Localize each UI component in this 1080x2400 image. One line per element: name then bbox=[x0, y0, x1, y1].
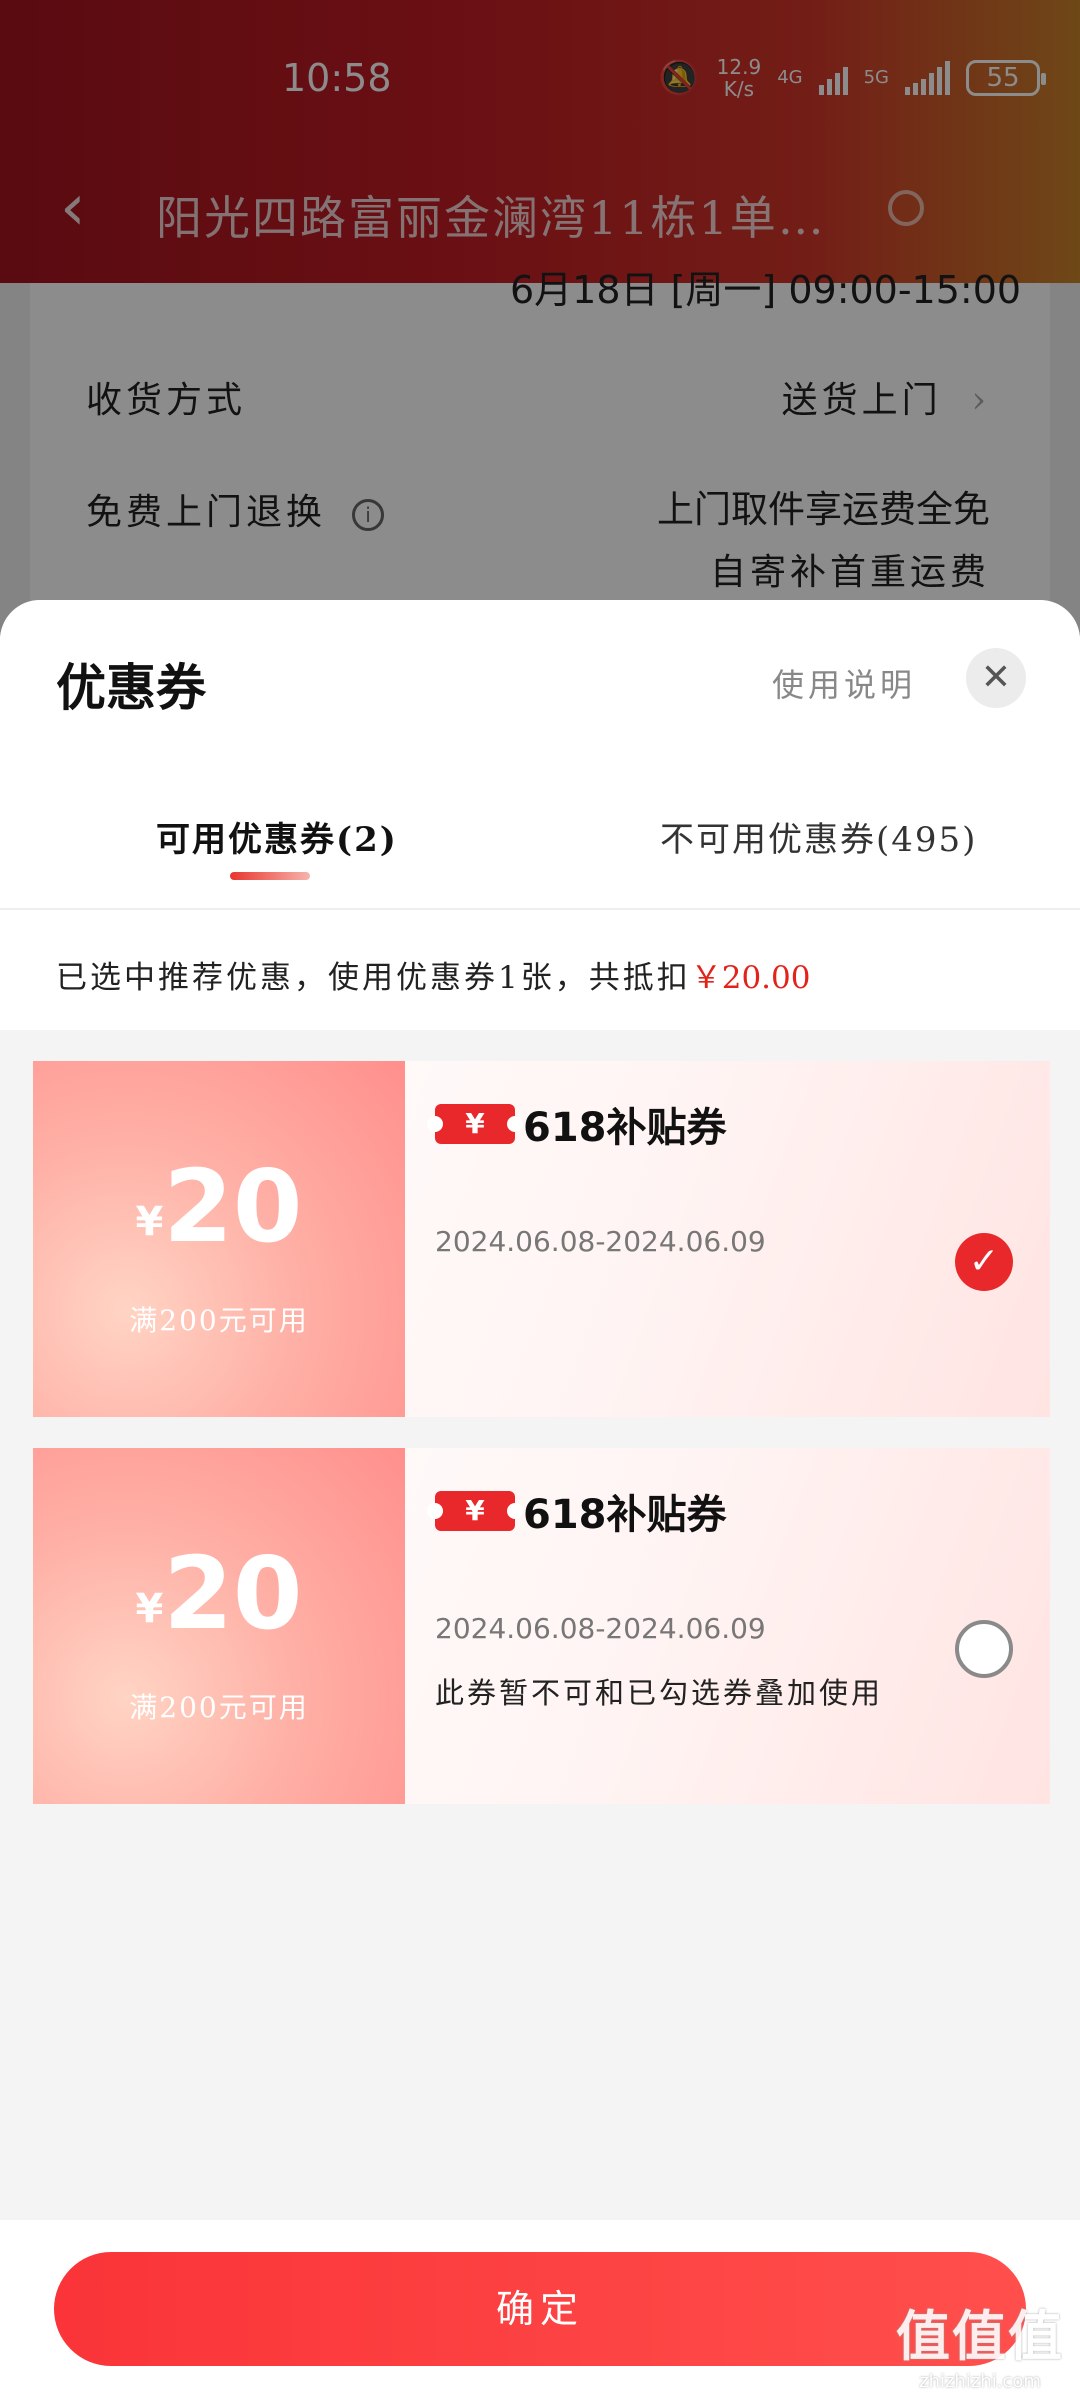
watermark-url: zhizhizhi.com bbox=[919, 2371, 1041, 2392]
coupon-stack-note: 此券暂不可和已勾选券叠加使用 bbox=[435, 1676, 884, 1710]
tab-available-coupons[interactable]: 可用优惠券(2) bbox=[156, 812, 398, 861]
ticket-yen-icon: ¥ bbox=[427, 1491, 523, 1531]
coupon-name: 618补贴券 bbox=[523, 1105, 727, 1151]
sheet-title: 优惠券 bbox=[56, 658, 206, 717]
active-tab-indicator bbox=[230, 872, 310, 880]
discount-summary: 已选中推荐优惠，使用优惠券1张，共抵扣￥20.00 bbox=[56, 960, 811, 996]
coupon-condition: 满200元可用 bbox=[129, 1691, 309, 1724]
coupon-value-panel: ¥20 满200元可用 bbox=[33, 1448, 405, 1804]
coupon-name: 618补贴券 bbox=[523, 1492, 727, 1538]
coupon-sheet-header: 优惠券 使用说明 ✕ 可用优惠券(2) 不可用优惠券(495) 已选中推荐优惠，… bbox=[0, 600, 1080, 1030]
coupon-condition: 满200元可用 bbox=[129, 1304, 309, 1337]
confirm-button[interactable]: 确定 bbox=[54, 2252, 1026, 2366]
coupon-badge: ¥ 618补贴券 bbox=[427, 1095, 727, 1153]
checkbox-unchecked-icon[interactable] bbox=[955, 1620, 1013, 1678]
usage-instructions-link[interactable]: 使用说明 bbox=[772, 660, 916, 706]
tab-unavailable-coupons[interactable]: 不可用优惠券(495) bbox=[660, 812, 977, 861]
coupon-badge: ¥ 618补贴券 bbox=[427, 1482, 727, 1540]
watermark: 值值值 zhizhizhi.com bbox=[896, 2292, 1064, 2392]
bottom-bar: 确定 值值值 zhizhizhi.com bbox=[0, 2220, 1080, 2400]
coupon-date-range: 2024.06.08-2024.06.09 bbox=[435, 1612, 766, 1645]
coupon-value-panel: ¥20 满200元可用 bbox=[33, 1061, 405, 1417]
coupon-sheet: 优惠券 使用说明 ✕ 可用优惠券(2) 不可用优惠券(495) 已选中推荐优惠，… bbox=[0, 600, 1080, 2400]
coupon-date-range: 2024.06.08-2024.06.09 bbox=[435, 1225, 766, 1258]
coupon-card[interactable]: ¥20 满200元可用 ¥ 618补贴券 2024.06.08-2024.06.… bbox=[33, 1061, 1050, 1417]
close-icon[interactable]: ✕ bbox=[966, 648, 1026, 708]
coupon-amount: ¥20 bbox=[135, 1535, 303, 1652]
watermark-logo: 值值值 bbox=[896, 2305, 1064, 2368]
divider bbox=[0, 908, 1080, 910]
coupon-card[interactable]: ¥20 满200元可用 ¥ 618补贴券 2024.06.08-2024.06.… bbox=[33, 1448, 1050, 1804]
coupon-amount: ¥20 bbox=[135, 1148, 303, 1265]
discount-amount: ￥20.00 bbox=[690, 960, 811, 996]
ticket-yen-icon: ¥ bbox=[427, 1104, 523, 1144]
checkbox-checked-icon[interactable]: ✓ bbox=[955, 1233, 1013, 1291]
